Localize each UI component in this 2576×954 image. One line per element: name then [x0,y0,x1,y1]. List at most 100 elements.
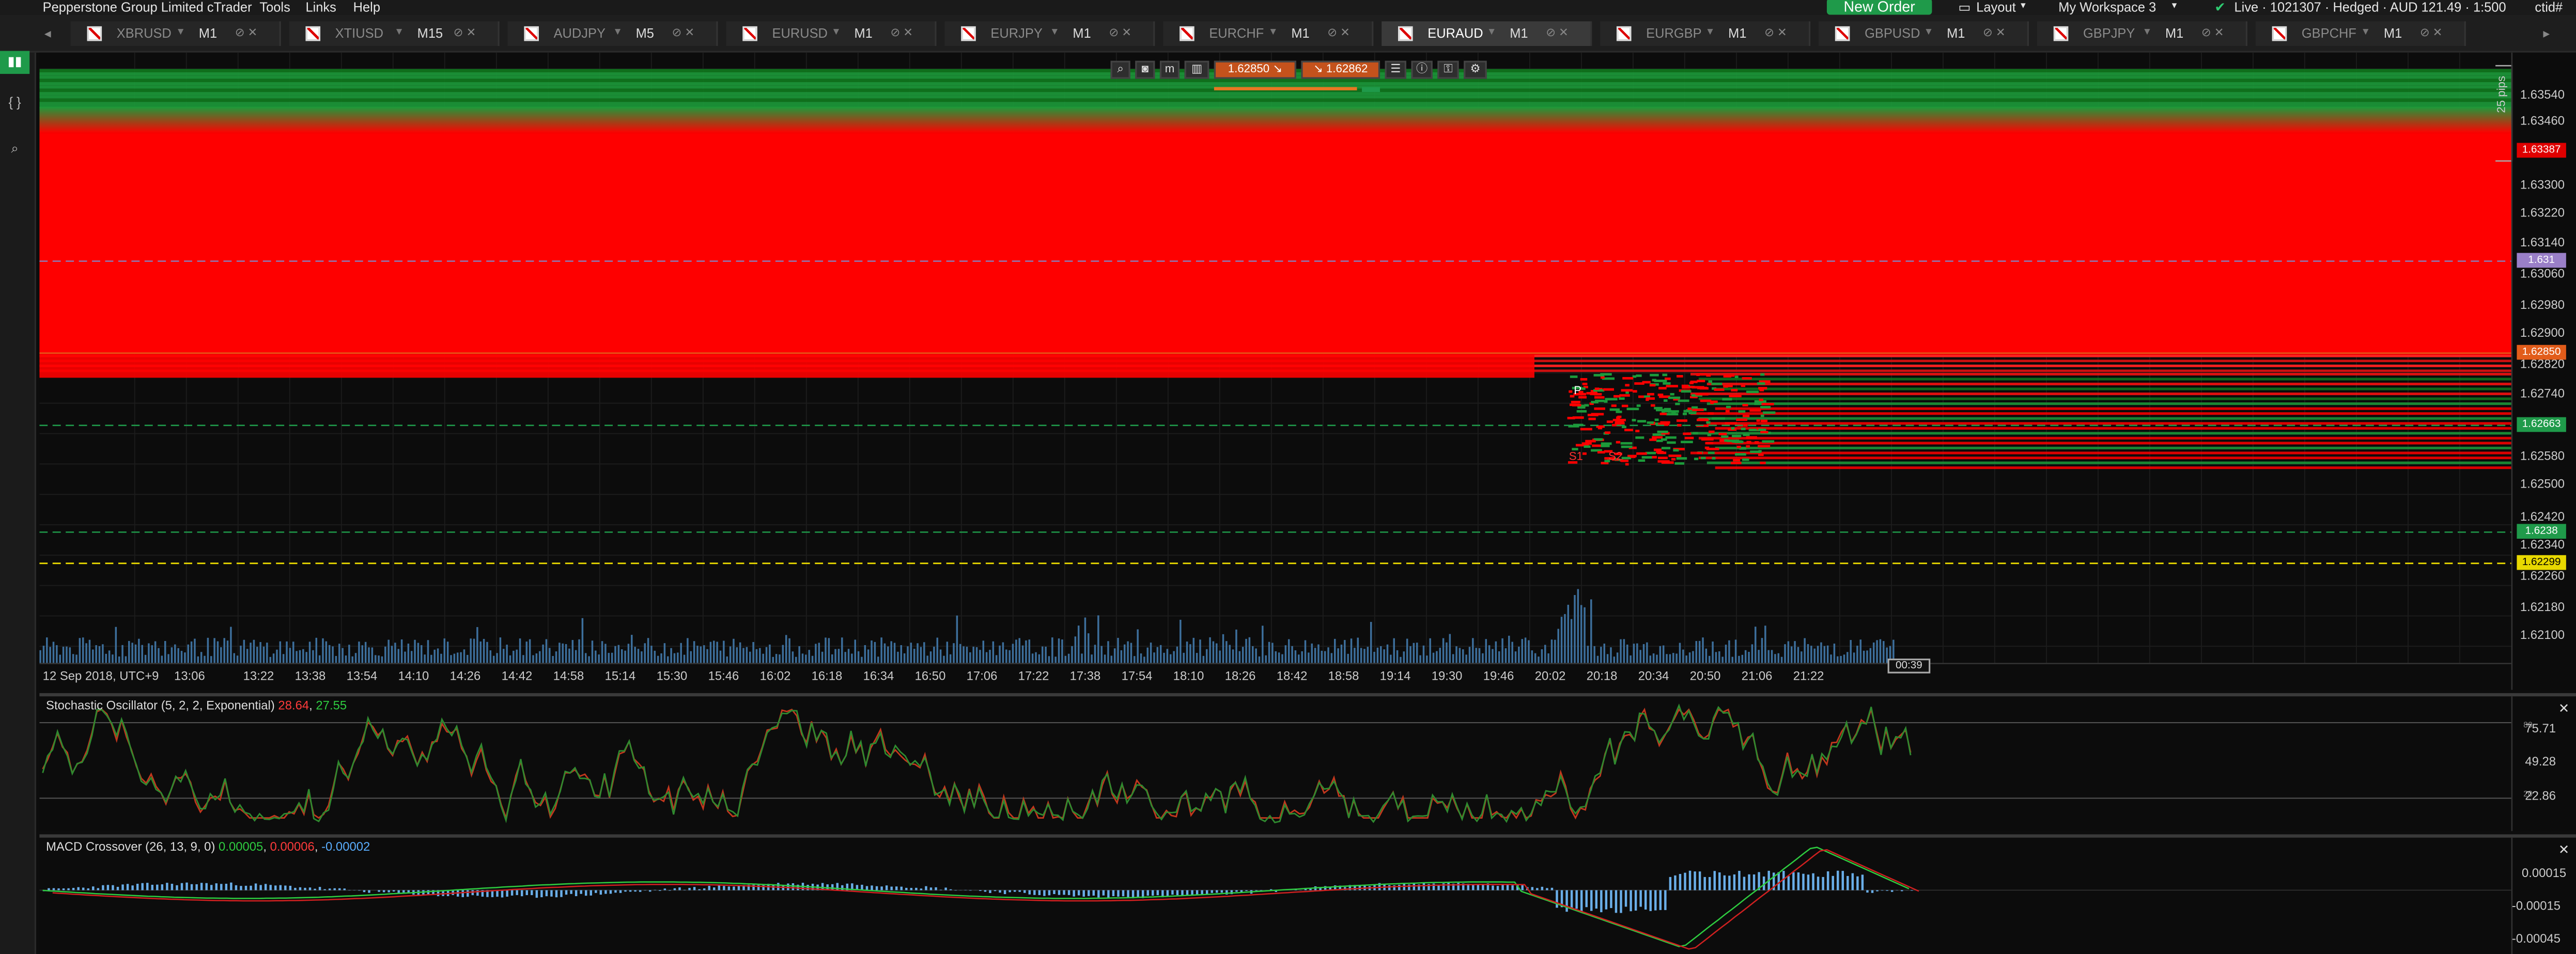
volume-bar [733,639,734,664]
volume-bar [1633,644,1635,663]
tab-controls-icon[interactable]: ⊘ ✕ [1327,21,1350,46]
tab-controls-icon[interactable]: ⊘ ✕ [1546,21,1569,46]
macd-histogram-bar [220,884,222,890]
tab-timeframe[interactable]: M1 [1073,21,1091,46]
tick-mark [1743,415,1749,417]
price-chart-canvas[interactable] [39,53,2576,690]
chevron-down-icon[interactable]: ▼ [1268,21,1278,46]
timeframe-icon[interactable]: m [1160,61,1180,79]
zoom-icon[interactable]: ⌕ [1111,61,1130,79]
volume-bar [417,643,419,664]
tab-controls-icon[interactable]: ⊘ ✕ [1983,21,2006,46]
chart-type-icon[interactable]: ▥ [1185,61,1209,79]
chevron-down-icon[interactable]: ▼ [613,21,623,46]
tab-xbrusd[interactable]: XBRUSD▼M1⊘ ✕ [71,21,281,46]
tick-mark [1697,452,1702,455]
tab-timeframe[interactable]: M5 [636,21,654,46]
tick-mark [1700,400,1712,402]
tab-timeframe[interactable]: M1 [1947,21,1965,46]
tab-gbpjpy[interactable]: GBPJPY▼M1⊘ ✕ [2037,21,2247,46]
chevron-down-icon[interactable]: ▼ [1050,21,1060,46]
volume-bar [1111,655,1112,663]
tab-controls-icon[interactable]: ⊘ ✕ [454,21,476,46]
tab-controls-icon[interactable]: ⊘ ✕ [890,21,913,46]
workspace-menu[interactable]: My Workspace 3 [2058,0,2156,15]
tab-gbpchf[interactable]: GBPCHF▼M1⊘ ✕ [2256,21,2466,46]
macd-canvas[interactable] [39,838,2576,954]
tab-timeframe[interactable]: M1 [2165,21,2183,46]
tab-controls-icon[interactable]: ⊘ ✕ [1109,21,1131,46]
macd-histogram-bar [555,890,557,897]
volume-bar [421,645,422,664]
buy-button[interactable]: ↘ 1.62862 [1301,61,1380,79]
user-id[interactable]: ctid# [2535,0,2563,15]
tab-controls-icon[interactable]: ⊘ ✕ [672,21,695,46]
tab-xtiusd[interactable]: XTIUSD▼M15⊘ ✕ [289,21,500,46]
macd-value: 0.00005 [219,839,263,854]
volume-bar [1281,654,1283,664]
brackets-icon[interactable]: { } [0,92,29,115]
robot-icon[interactable]: ⚙ [1464,61,1487,79]
volume-bar [1081,653,1082,663]
tab-timeframe[interactable]: M1 [854,21,872,46]
tab-scroll-right-icon[interactable]: ▸ [2543,21,2550,46]
tab-euraud[interactable]: EURAUD▼M1⊘ ✕ [1382,21,1592,46]
macd-histogram-bar [191,884,193,890]
menu-help[interactable]: Help [353,0,380,15]
chevron-down-icon[interactable]: ▼ [1487,21,1497,46]
tick-mark [1758,429,1766,431]
tab-eurchf[interactable]: EURCHF▼M1⊘ ✕ [1163,21,1373,46]
stochastic-canvas[interactable] [39,696,2576,831]
sell-button[interactable]: 1.62850 ↘ [1214,61,1296,79]
tab-eurusd[interactable]: EURUSD▼M1⊘ ✕ [726,21,936,46]
candles-icon[interactable]: ▮▮ [0,51,29,74]
close-icon[interactable]: ✕ [2558,701,2569,716]
zoom-icon[interactable]: ⌕ [0,138,29,161]
account-info[interactable]: Live · 1021307 · Hedged · AUD 121.49 · 1… [2234,0,2506,15]
chevron-down-icon[interactable]: ▼ [2361,21,2370,46]
chevron-down-icon[interactable]: ▼ [176,21,185,46]
tab-controls-icon[interactable]: ⊘ ✕ [1764,21,1787,46]
tab-controls-icon[interactable]: ⊘ ✕ [235,21,258,46]
volume-bar [959,644,961,664]
tick-mark [1585,440,1596,443]
macd-histogram-bar [1112,890,1114,896]
tab-timeframe[interactable]: M1 [199,21,217,46]
lock-icon[interactable]: ⚿ [1437,61,1458,79]
tab-timeframe[interactable]: M15 [417,21,443,46]
tab-timeframe[interactable]: M1 [2384,21,2402,46]
tab-eurgbp[interactable]: EURGBP▼M1⊘ ✕ [1600,21,1810,46]
tab-timeframe[interactable]: M1 [1728,21,1746,46]
volume-bar [384,647,386,664]
menu-links[interactable]: Links [305,0,336,15]
tab-controls-icon[interactable]: ⊘ ✕ [2201,21,2224,46]
list-icon[interactable]: ☰ [1385,61,1406,79]
tab-timeframe[interactable]: M1 [1510,21,1528,46]
tab-scroll-left-icon[interactable]: ◂ [44,21,51,46]
layout-menu[interactable]: Layout [1976,0,2015,15]
tab-controls-icon[interactable]: ⊘ ✕ [2420,21,2443,46]
volume-bar [1521,639,1523,663]
tick-mark [1657,431,1668,433]
price-chart[interactable]: 1.635401.634601.633001.632201.631401.630… [39,53,2576,690]
tab-audjpy[interactable]: AUDJPY▼M5⊘ ✕ [508,21,718,46]
new-order-button[interactable]: New Order [1827,0,1932,15]
macd-panel[interactable]: MACD Crossover (26, 13, 9, 0) 0.00005, 0… [39,834,2576,954]
menu-tools[interactable]: Tools [259,0,290,15]
tab-timeframe[interactable]: M1 [1291,21,1309,46]
volume-bar [805,654,806,663]
volume-bar [105,654,107,664]
tab-gbpusd[interactable]: GBPUSD▼M1⊘ ✕ [1819,21,2029,46]
chevron-down-icon[interactable]: ▼ [2142,21,2152,46]
info-icon[interactable]: ⓘ [1411,61,1432,79]
chevron-down-icon[interactable]: ▼ [1705,21,1715,46]
chevron-down-icon[interactable]: ▼ [394,21,404,46]
macd-histogram-bar [280,885,282,890]
close-icon[interactable]: ✕ [2558,842,2569,857]
camera-icon[interactable]: ◙ [1135,61,1155,79]
chevron-down-icon[interactable]: ▼ [1924,21,1934,46]
chevron-down-icon[interactable]: ▼ [831,21,841,46]
stochastic-panel[interactable]: Stochastic Oscillator (5, 2, 2, Exponent… [39,693,2576,831]
tab-eurjpy[interactable]: EURJPY▼M1⊘ ✕ [944,21,1155,46]
volume-bar [213,638,215,663]
